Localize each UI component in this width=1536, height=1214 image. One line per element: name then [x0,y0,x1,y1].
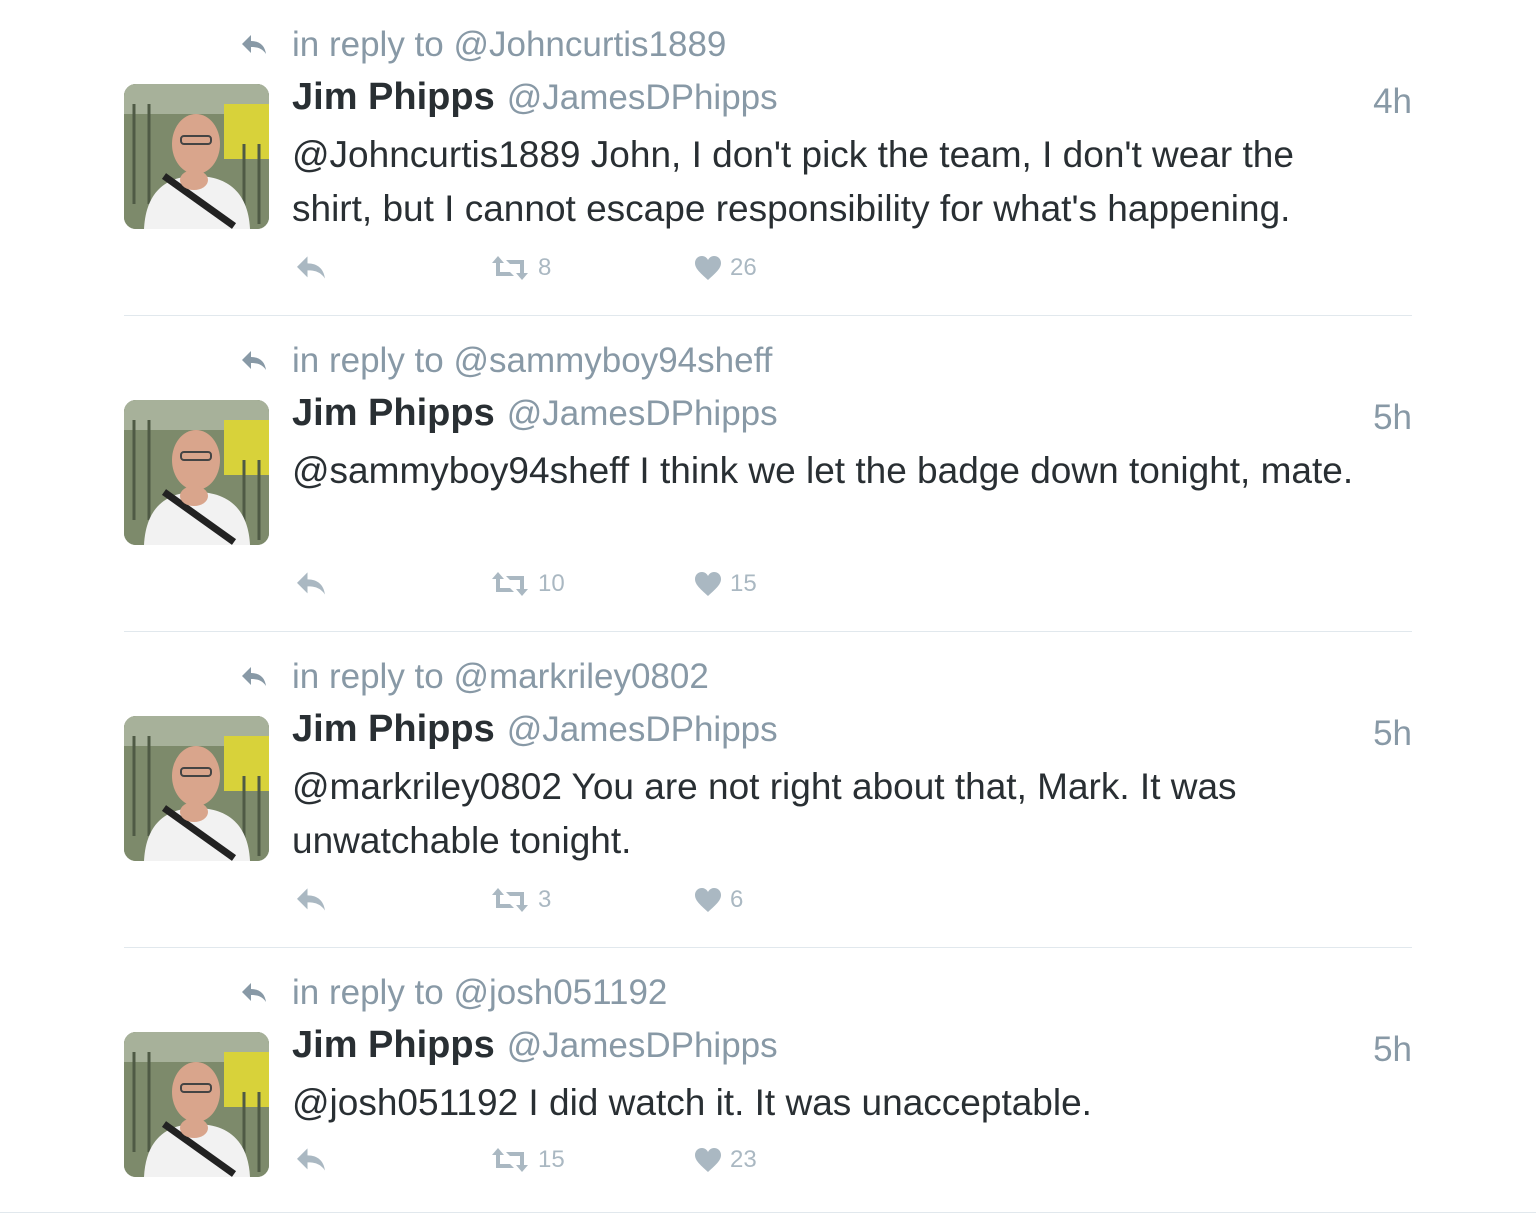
reply-context-label: in reply to @sammyboy94sheff [292,341,773,380]
retweet-icon [492,572,528,596]
reply-icon [297,1148,325,1171]
heart-icon [695,572,721,596]
like-count: 15 [730,570,757,597]
avatar[interactable] [124,400,269,545]
reply-context[interactable]: in reply to @josh051192 [240,968,667,1018]
avatar[interactable] [124,84,269,229]
tweet-header: Jim Phipps @JamesDPhipps [292,76,778,128]
timestamp[interactable]: 4h [1373,82,1412,122]
reply-context[interactable]: in reply to @markriley0802 [240,652,709,702]
user-handle[interactable]: @JamesDPhipps [507,78,778,118]
user-name[interactable]: Jim Phipps [292,1024,495,1067]
tweet[interactable]: in reply to @markriley0802 Jim Phipps @J… [0,632,1536,948]
reply-icon [297,572,325,595]
like-button[interactable]: 6 [694,880,743,920]
reply-context-label: in reply to @Johncurtis1889 [292,25,727,64]
retweet-count: 3 [538,886,552,913]
user-name[interactable]: Jim Phipps [292,76,495,119]
like-button[interactable]: 26 [694,248,757,288]
reply-context-icon [242,983,266,1002]
tweet[interactable]: in reply to @sammyboy94sheff Jim Phipps … [0,316,1536,632]
like-button[interactable]: 15 [694,564,757,604]
tweet-text: @sammyboy94sheff I think we let the badg… [292,450,1354,491]
divider [0,1212,1536,1213]
retweet-button[interactable]: 8 [490,248,551,288]
heart-icon [695,256,721,280]
tweet-text: @markriley0802 You are not right about t… [292,766,1237,861]
retweet-button[interactable]: 15 [490,1140,565,1180]
tweet-header: Jim Phipps @JamesDPhipps [292,1024,778,1076]
heart-icon [695,1148,721,1172]
reply-context[interactable]: in reply to @sammyboy94sheff [240,336,772,386]
tweet-actions: 10 15 [292,564,892,604]
timestamp[interactable]: 5h [1373,714,1412,754]
reply-context-icon [242,351,266,370]
reply-button[interactable] [294,248,328,288]
timestamp[interactable]: 5h [1373,398,1412,438]
avatar-image [124,1032,269,1177]
tweet-actions: 15 23 [292,1140,892,1180]
tweet-text: @Johncurtis1889 John, I don't pick the t… [292,134,1294,229]
retweet-icon [492,888,528,912]
tweet-actions: 3 6 [292,880,892,920]
retweet-button[interactable]: 10 [490,564,565,604]
tweet-actions: 8 26 [292,248,892,288]
retweet-count: 10 [538,570,565,597]
reply-context-icon [242,35,266,54]
like-count: 23 [730,1146,757,1173]
retweet-button[interactable]: 3 [490,880,551,920]
tweet[interactable]: in reply to @Johncurtis1889 Jim Phipps @… [0,0,1536,316]
avatar-image [124,84,269,229]
reply-button[interactable] [294,1140,328,1180]
tweet[interactable]: in reply to @josh051192 Jim Phipps @Jame… [0,948,1536,1213]
user-name[interactable]: Jim Phipps [292,392,495,435]
like-count: 6 [730,886,744,913]
reply-context-label: in reply to @markriley0802 [292,657,709,696]
reply-icon [297,888,325,911]
retweet-icon [492,1148,528,1172]
avatar-image [124,716,269,861]
reply-context[interactable]: in reply to @Johncurtis1889 [240,20,726,70]
tweet-text: @josh051192 I did watch it. It was unacc… [292,1082,1092,1123]
tweet-header: Jim Phipps @JamesDPhipps [292,392,778,444]
tweet-header: Jim Phipps @JamesDPhipps [292,708,778,760]
reply-context-icon [242,667,266,686]
like-button[interactable]: 23 [694,1140,757,1180]
heart-icon [695,888,721,912]
reply-icon [297,256,325,279]
avatar[interactable] [124,716,269,861]
user-handle[interactable]: @JamesDPhipps [507,394,778,434]
reply-context-label: in reply to @josh051192 [292,973,668,1012]
reply-button[interactable] [294,880,328,920]
reply-button[interactable] [294,564,328,604]
retweet-count: 8 [538,254,552,281]
retweet-icon [492,256,528,280]
avatar-image [124,400,269,545]
user-name[interactable]: Jim Phipps [292,708,495,751]
user-handle[interactable]: @JamesDPhipps [507,710,778,750]
avatar[interactable] [124,1032,269,1177]
user-handle[interactable]: @JamesDPhipps [507,1026,778,1066]
like-count: 26 [730,254,757,281]
retweet-count: 15 [538,1146,565,1173]
timestamp[interactable]: 5h [1373,1030,1412,1070]
